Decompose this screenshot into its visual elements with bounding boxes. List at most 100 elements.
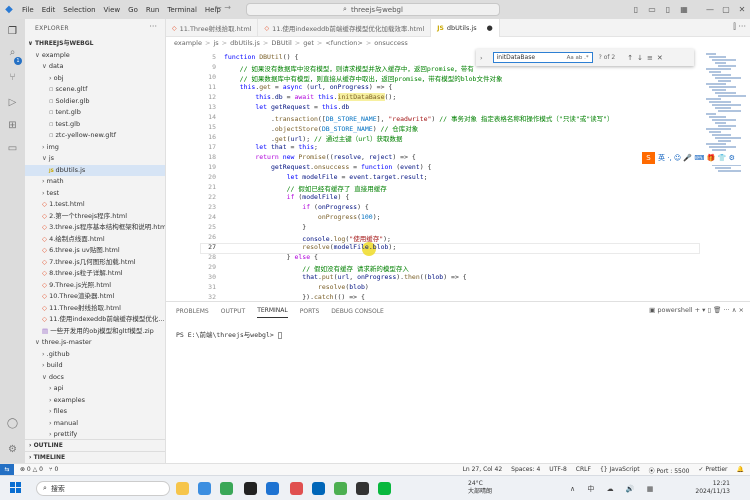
code-line[interactable]: let that = this; [224,143,318,151]
editor-tab[interactable]: JS dbUtils.js ● [431,19,500,37]
unsaved-dot-icon[interactable]: ● [487,24,493,32]
menu-item-terminal[interactable]: Terminal [167,6,197,14]
panel-action-icons[interactable]: + ▾ ▯ 🗑 ··· ∧ × [695,306,744,314]
tree-file[interactable]: ▫ scene.gltf [25,84,165,96]
editor-tab[interactable]: ◇ 11.使用indexeddb前端缓存模型优化加载效率.html [258,19,432,37]
code-line[interactable]: // 假如已经有缓存了 直接用缓存 [224,183,387,193]
panel-tab[interactable]: DEBUG CONSOLE [331,305,384,318]
outline-section[interactable]: › OUTLINE [25,439,165,450]
code-line[interactable]: resolve(modelFile.blob); [224,243,396,251]
code-line[interactable]: this.db = await this.initDataBase(); [224,93,396,101]
tree-file[interactable]: ◇ 10.Three渲染器.html [25,291,165,303]
tree-folder[interactable]: › .github [25,349,165,361]
status-item[interactable]: UTF-8 [549,466,567,475]
account-icon[interactable]: ◯ [6,417,19,430]
status-item[interactable]: Spaces: 4 [511,466,540,475]
close-find-icon[interactable]: ✕ [657,54,667,62]
code-line[interactable]: // 如果没有数据库中没有模型，则请求模型并放入缓存中，返回promise，带有 [224,63,474,73]
find-options[interactable]: Aa ab .* [567,53,589,63]
tree-folder[interactable]: › test [25,188,165,200]
tree-file[interactable]: ▫ tent.glb [25,107,165,119]
tree-file[interactable]: ◇ 11.Three射线拾取.html [25,303,165,315]
tree-file[interactable]: ◇ 11.使用indexeddb前端缓存模型优化... [25,314,165,326]
code-line[interactable]: } [224,223,306,231]
find-nav-buttons[interactable]: ↑↓≡✕ [627,54,667,62]
code-line[interactable]: let getRequest = this.db [224,103,349,111]
panel-tab[interactable]: PROBLEMS [176,305,209,318]
tree-folder[interactable]: › math [25,176,165,188]
tree-folder[interactable]: ∨ js [25,153,165,165]
app-dark-icon[interactable] [356,482,369,495]
tree-folder[interactable]: ∨ docs [25,372,165,384]
ports-status[interactable]: ⑂ 0 [49,466,58,473]
tree-folder[interactable]: › build [25,360,165,372]
remote-explorer-icon[interactable]: ▭ [6,142,19,155]
code-line[interactable]: this.get = async (url, onProgress) => { [224,83,393,91]
tree-file[interactable]: ◇ 2.第一个threejs程序.html [25,211,165,223]
menu-item-edit[interactable]: Edit [42,6,56,14]
find-in-selection-icon[interactable]: ≡ [647,54,657,62]
breadcrumb-item[interactable]: DBUtil [271,39,291,47]
tree-file[interactable]: ◇ 4.绘制点线面.html [25,234,165,246]
ime-toolbar[interactable]: S 英 ·, ☺ 🎤 ⌨ 🎁 👕 ⚙ [642,151,750,165]
panel-actions[interactable]: ▣ powershell + ▾ ▯ 🗑 ··· ∧ × [649,306,744,314]
tree-file[interactable]: ◇ 3.three.js程序基本结构框架和说明.html [25,222,165,234]
code-line[interactable]: onProgress(100); [224,213,381,221]
explorer-icon[interactable]: ❐ [6,25,19,38]
code-line[interactable]: // 如果数据库中有模型，则直接从缓存中取出，返回promise，带有模型的bl… [224,73,503,83]
code-line[interactable]: let modelFile = event.target.result; [224,173,428,181]
code-line[interactable]: // 假如没有缓存 请求新的模型存入 [224,263,409,273]
code-line[interactable]: function DBUtil() { [224,53,298,61]
code-line[interactable]: getRequest.onsuccess = function (event) … [224,163,432,171]
extensions-icon[interactable]: ⊞ [6,119,19,132]
code-line[interactable]: resolve(blob) [224,283,369,291]
code-line[interactable]: }).catch(() => { [224,293,365,301]
tree-folder[interactable]: › obj [25,73,165,85]
code-line[interactable]: .objectStore(DB_STORE_NAME) // 仓库对象 [224,123,418,133]
terminal-output[interactable]: PS E:\前端\threejs与webgl> [176,329,282,339]
breadcrumb-item[interactable]: get [303,39,314,47]
wechat-icon[interactable] [378,482,391,495]
breadcrumb-item[interactable]: dbUtils.js [230,39,260,47]
terminal-shell-name[interactable]: powershell [657,306,692,314]
tree-folder[interactable]: › files [25,406,165,418]
system-tray[interactable]: ∧ 中 ☁ 🔊 ▦ [570,484,658,494]
status-item[interactable]: Ln 27, Col 42 [463,466,503,475]
code-line[interactable]: console.log("使用缓存"); [224,233,391,243]
status-item[interactable]: ✓ Prettier [699,466,728,475]
taskbar-clock[interactable]: 12:21 2024/11/13 [694,480,730,496]
taskbar-search[interactable]: ⌕ 搜索 [36,481,170,496]
breadcrumb-item[interactable]: example [174,39,202,47]
tree-file[interactable]: ◇ 7.three.js几何图形加载.html [25,257,165,269]
remote-indicator-icon[interactable]: ⇆ [0,463,14,476]
app-icon[interactable] [244,482,257,495]
menu-item-go[interactable]: Go [128,6,138,14]
tree-file[interactable]: ◇ 6.three.js uv贴图.html [25,245,165,257]
chrome-taskbar-icon[interactable] [334,482,347,495]
find-input[interactable]: initDataBase Aa ab .* [492,52,593,63]
tree-file[interactable]: ▫ test.glb [25,119,165,131]
breadcrumb-item[interactable]: onsuccess [374,39,408,47]
tree-file[interactable]: ▤ 一些开发用的obj模型和gltf模型.zip [25,326,165,338]
minimap[interactable] [702,49,750,301]
app-red-icon[interactable] [290,482,303,495]
tree-folder[interactable]: › api [25,383,165,395]
maximize-icon[interactable]: ▢ [718,5,734,14]
tree-folder[interactable]: ∨ example [25,50,165,62]
menu-item-selection[interactable]: Selection [63,6,95,14]
source-control-icon[interactable]: ⑂ [6,71,19,84]
status-item[interactable]: {} JavaScript [600,466,640,475]
timeline-section[interactable]: › TIMELINE [25,451,165,462]
nav-arrows[interactable]: ← → [215,3,231,12]
run-debug-icon[interactable]: ▷ [6,96,19,109]
menu-item-view[interactable]: View [104,6,121,14]
tree-file[interactable]: JS dbUtils.js [25,164,165,176]
status-item[interactable]: CRLF [576,466,591,475]
breadcrumb-item[interactable]: <function> [325,39,362,47]
ime-toolbar-icons[interactable]: 英 ·, ☺ 🎤 ⌨ 🎁 👕 ⚙ [658,153,735,163]
minimize-icon[interactable]: — [702,5,718,14]
back-arrow-icon[interactable]: ← [215,3,222,12]
layout-panel-icon[interactable]: ▭ [644,5,660,14]
manage-gear-icon[interactable]: ⚙ [6,443,19,456]
menu-item-run[interactable]: Run [146,6,159,14]
